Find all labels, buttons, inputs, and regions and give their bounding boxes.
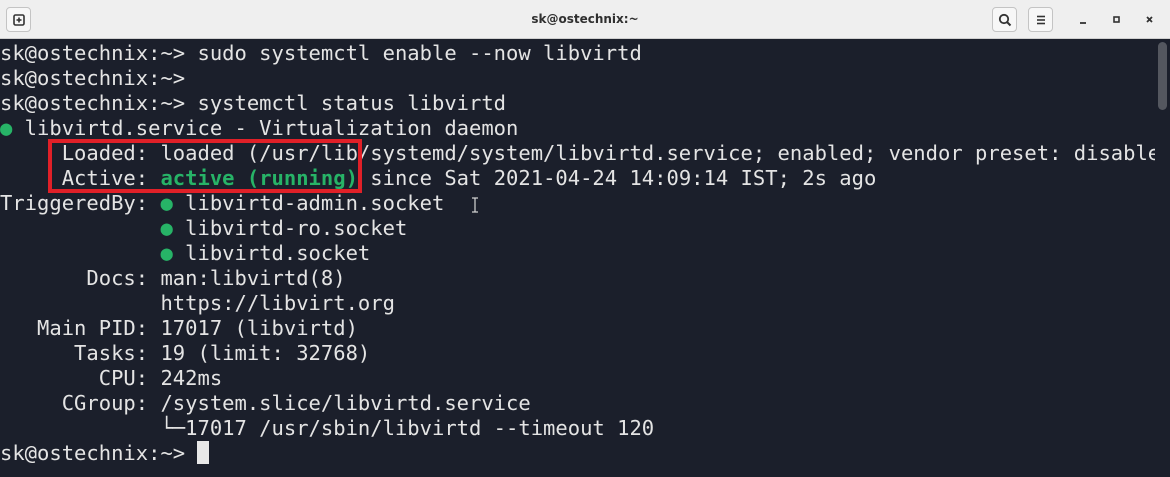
terminal-output[interactable]: sk@ostechnix:~> sudo systemctl enable --… <box>0 39 1170 477</box>
terminal-line: sk@ostechnix:~> systemctl status libvirt… <box>0 91 507 115</box>
socket-name: libvirtd.socket <box>172 241 371 265</box>
socket-bullet: ● <box>160 241 173 265</box>
terminal-line: Main PID: 17017 (libvirtd) <box>0 316 358 340</box>
terminal-line: sk@ostechnix:~> <box>0 66 186 90</box>
minimize-button[interactable] <box>1071 7 1096 32</box>
close-button[interactable] <box>1137 7 1162 32</box>
maximize-button[interactable] <box>1104 7 1129 32</box>
terminal-line: sk@ostechnix:~> sudo systemctl enable --… <box>0 41 642 65</box>
ibeam-cursor-icon <box>397 170 479 242</box>
prompt: sk@ostechnix:~> <box>0 441 198 465</box>
terminal-prompt-line: sk@ostechnix:~> <box>0 441 210 466</box>
terminal-line: ● libvirtd.socket <box>0 241 370 266</box>
terminal-window: sk@ostechnix:~ sk@ostechnix:~> sudo syst… <box>0 0 1170 477</box>
menu-button[interactable] <box>1028 7 1053 32</box>
scrollbar-thumb[interactable] <box>1158 42 1167 110</box>
terminal-line: ● libvirtd-ro.socket <box>0 216 407 241</box>
triggeredby-label: TriggeredBy: <box>0 191 161 215</box>
highlight-box <box>48 139 362 193</box>
terminal-line: └─17017 /usr/sbin/libvirtd --timeout 120 <box>0 416 655 440</box>
text-cursor <box>197 441 210 464</box>
search-button[interactable] <box>992 7 1017 32</box>
socket-bullet: ● <box>160 216 173 240</box>
terminal-line: CGroup: /system.slice/libvirtd.service <box>0 391 531 415</box>
terminal-line: Docs: man:libvirtd(8) <box>0 266 346 290</box>
service-status-bullet: ● <box>0 116 13 140</box>
terminal-line: https://libvirt.org <box>0 291 395 315</box>
terminal-line: ● libvirtd.service - Virtualization daem… <box>0 116 518 141</box>
titlebar: sk@ostechnix:~ <box>0 0 1170 39</box>
terminal-line: CPU: 242ms <box>0 366 223 390</box>
socket-bullet: ● <box>160 191 173 215</box>
terminal-line: TriggeredBy: ● libvirtd-admin.socket <box>0 191 444 216</box>
socket-name: libvirtd-ro.socket <box>172 216 408 240</box>
service-name-text: libvirtd.service - Virtualization daemon <box>12 116 519 140</box>
terminal-line: Tasks: 19 (limit: 32768) <box>0 341 371 365</box>
